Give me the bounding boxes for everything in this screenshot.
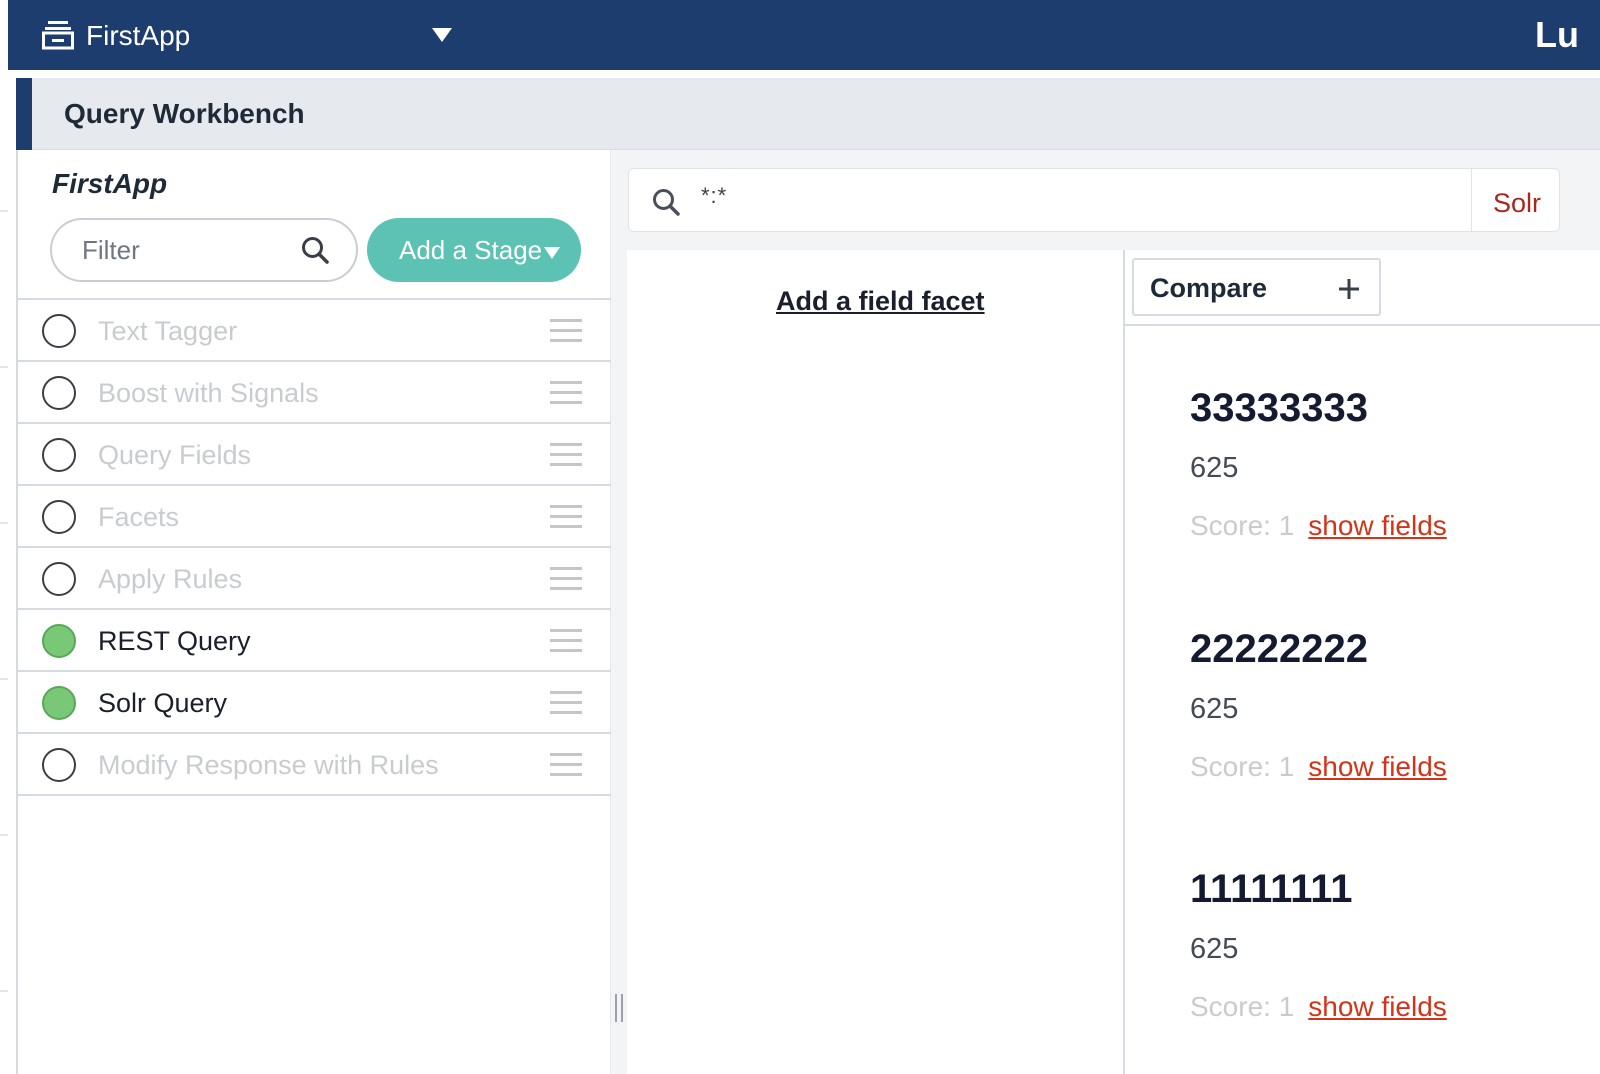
stage-label: Text Tagger [98,316,238,346]
stage-toggle[interactable] [42,314,76,348]
stage-toggle[interactable] [42,624,76,658]
query-input[interactable]: *:* [701,183,727,209]
result-meta: Score: 1 show fields [1190,508,1590,544]
result-score: Score: 1 [1190,510,1295,541]
gutter-tick [0,834,8,836]
query-mode-toggle[interactable]: Solr [1493,185,1541,221]
divider [1471,169,1472,231]
drag-handle-icon[interactable] [550,566,582,592]
pipeline-name[interactable]: FirstApp [52,168,167,200]
stage-label: Solr Query [98,688,228,718]
stage-label: Apply Rules [98,564,243,594]
stage-boost-with-signals[interactable]: Boost with Signals [18,362,611,424]
drag-handle-icon[interactable] [550,690,582,716]
filter-input[interactable] [82,232,282,268]
query-search-bar[interactable]: *:* Solr [628,168,1560,232]
result-item: 22222222 625 Score: 1 show fields [1190,625,1590,785]
stage-modify-response-with-rules[interactable]: Modify Response with Rules [18,734,611,796]
facets-panel [627,250,1123,1074]
result-meta: Score: 1 show fields [1190,989,1590,1025]
page-title: Query Workbench [64,98,305,129]
stage-list: Text Tagger Boost with Signals Query Fie… [18,298,611,796]
add-stage-label: Add a Stage [399,235,543,265]
stage-label: Boost with Signals [98,378,319,408]
caret-down-icon [544,247,560,259]
header-accent-bar [16,78,32,150]
result-subtitle: 625 [1190,693,1239,725]
search-icon [302,237,329,264]
show-fields-link[interactable]: show fields [1308,510,1447,541]
stage-toggle[interactable] [42,438,76,472]
left-gutter [0,70,16,1074]
result-item: 33333333 625 Score: 1 show fields [1190,384,1590,544]
gutter-tick [0,678,8,680]
stage-toggle[interactable] [42,686,76,720]
show-fields-link[interactable]: show fields [1308,991,1447,1022]
search-icon [653,189,680,216]
stage-facets[interactable]: Facets [18,486,611,548]
result-subtitle: 625 [1190,452,1239,484]
filter-field[interactable] [50,218,358,282]
window-edge [0,0,8,70]
result-title: 22222222 [1190,627,1368,671]
stage-toggle[interactable] [42,748,76,782]
drag-handle-icon[interactable] [550,380,582,406]
stage-apply-rules[interactable]: Apply Rules [18,548,611,610]
stage-text-tagger[interactable]: Text Tagger [18,300,611,362]
gutter-tick [0,366,8,368]
drag-handle-icon[interactable] [550,628,582,654]
result-item: 11111111 625 Score: 1 show fields [1190,865,1590,1025]
gutter-tick [0,990,8,992]
top-nav-bar: FirstApp Lu [0,0,1600,70]
drag-handle-icon[interactable] [550,442,582,468]
plus-icon [1339,279,1359,299]
stage-label: Facets [98,502,180,532]
stage-toggle[interactable] [42,562,76,596]
brand-logo-text: Lu [1535,14,1579,55]
result-title: 33333333 [1190,386,1368,430]
gutter-tick [0,522,8,524]
drag-handle-icon[interactable] [550,752,582,778]
stage-label: Modify Response with Rules [98,750,439,780]
result-subtitle: 625 [1190,933,1239,965]
compare-label: Compare [1150,273,1268,303]
add-field-facet-link[interactable]: Add a field facet [776,284,985,318]
workbench-header: Query Workbench [16,78,1600,150]
stage-toggle[interactable] [42,376,76,410]
app-stack-icon[interactable] [42,20,74,50]
chevron-down-icon[interactable] [428,24,456,46]
stage-solr-query[interactable]: Solr Query [18,672,611,734]
pipeline-panel: FirstApp Add a Stage Text Tagger Boost w… [16,150,611,1074]
drag-handle-icon[interactable] [550,318,582,344]
result-score: Score: 1 [1190,751,1295,782]
show-fields-link[interactable]: show fields [1308,751,1447,782]
stage-toggle[interactable] [42,500,76,534]
panel-splitter[interactable] [611,150,627,1074]
add-stage-button[interactable]: Add a Stage [367,218,581,282]
result-score: Score: 1 [1190,991,1295,1022]
stage-label: Query Fields [98,440,252,470]
compare-button[interactable]: Compare [1132,258,1381,316]
resize-grip-icon[interactable] [613,994,625,1022]
result-meta: Score: 1 show fields [1190,749,1590,785]
gutter-tick [0,210,8,212]
stage-rest-query[interactable]: REST Query [18,610,611,672]
drag-handle-icon[interactable] [550,504,582,530]
stage-label: REST Query [98,626,251,656]
app-switcher-label[interactable]: FirstApp [86,18,190,54]
stage-query-fields[interactable]: Query Fields [18,424,611,486]
result-title: 11111111 [1190,867,1353,911]
